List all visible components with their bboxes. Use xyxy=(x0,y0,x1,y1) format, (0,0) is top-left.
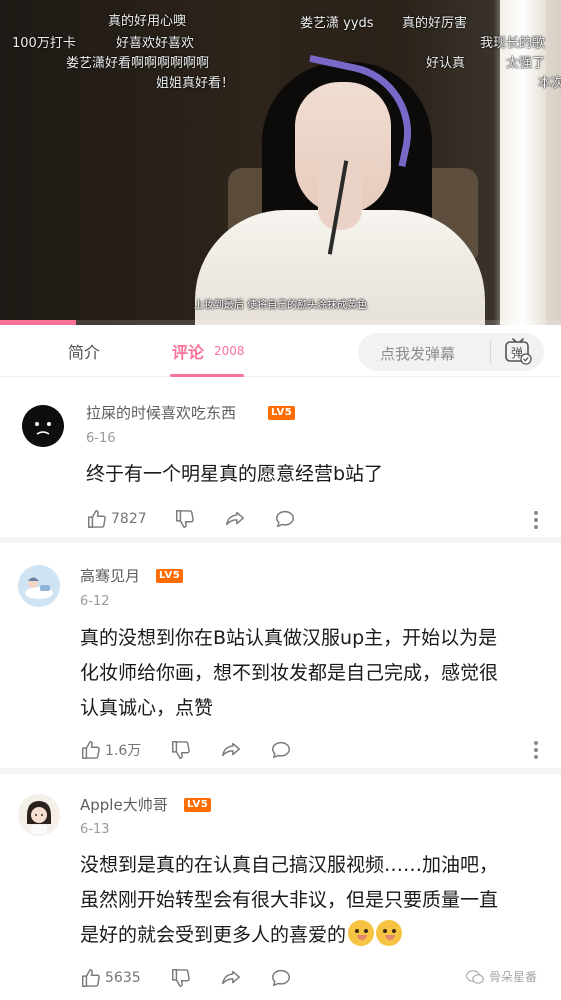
like-count: 1.6万 xyxy=(105,743,142,759)
comment-username[interactable]: 高骞见月 xyxy=(80,565,140,586)
danmaku-item: 太强了 xyxy=(506,56,546,71)
comment-text-line: 虽然刚开始转型会有很大非议，但是只要质量一直 xyxy=(80,889,499,911)
comment-text: 真的没想到你在B站认真做汉服up主，开始以为是 化妆师给你画，想不到妆发都是自己… xyxy=(80,621,540,726)
avatar[interactable] xyxy=(18,565,60,607)
comment-icon xyxy=(272,741,290,759)
more-vertical-icon[interactable] xyxy=(534,511,540,529)
comment-text: 终于有一个明星真的愿意经营b站了 xyxy=(86,457,546,492)
danmaku-input[interactable]: 点我发弹幕 弹 xyxy=(358,333,544,371)
danmaku-toggle-icon[interactable]: 弹 xyxy=(504,337,532,365)
thumbs-up-icon xyxy=(82,969,100,987)
watermark: 骨朵星番 xyxy=(466,968,537,985)
share-icon xyxy=(222,970,240,985)
tab-intro[interactable]: 简介 xyxy=(68,339,100,363)
comment-text-line: 是好的就会受到更多人的喜爱的 xyxy=(80,924,347,946)
wechat-logo-icon xyxy=(466,969,484,984)
share-button[interactable] xyxy=(220,738,242,762)
comment-text-line-with-emoji: 是好的就会受到更多人的喜爱的 xyxy=(80,918,550,953)
level-badge: LV5 xyxy=(156,569,184,583)
reply-button[interactable] xyxy=(270,966,292,990)
thumbs-down-icon xyxy=(176,510,194,528)
avatar[interactable] xyxy=(22,405,64,447)
thinking-emoji-icon xyxy=(376,920,403,946)
danmaku-item: 好喜欢好喜欢 xyxy=(116,36,195,51)
like-count: 7827 xyxy=(111,511,147,527)
comment-actions: 7827 xyxy=(86,507,526,531)
danmaku-item: 娄艺潇 yyds xyxy=(300,16,374,31)
video-tab-bar: 简介 评论 2008 点我发弹幕 弹 xyxy=(0,325,561,377)
watermark-text: 骨朵星番 xyxy=(489,970,538,984)
danmaku-item: 真的好用心噢 xyxy=(108,14,187,29)
thinking-emoji-icon xyxy=(348,920,375,946)
comment-item: 拉屎的时候喜欢吃东西 LV5 6-16 终于有一个明星真的愿意经营b站了 782… xyxy=(0,377,561,537)
dislike-button[interactable] xyxy=(170,966,192,990)
avatar[interactable] xyxy=(18,794,60,836)
avatar-illustration-icon xyxy=(18,565,60,607)
like-button[interactable]: 7827 xyxy=(86,507,147,531)
tab-comments[interactable]: 评论 xyxy=(172,339,204,363)
thumbs-down-icon xyxy=(172,969,190,987)
share-button[interactable] xyxy=(220,966,242,990)
comment-item: Apple大帅哥 LV5 6-13 没想到是真的在认真自己搞汉服视频……加油吧，… xyxy=(0,774,561,1000)
dislike-button[interactable] xyxy=(170,738,192,762)
danmaku-item: 好认真 xyxy=(426,56,466,71)
comment-date: 6-13 xyxy=(80,822,110,837)
more-vertical-icon[interactable] xyxy=(534,741,540,759)
comment-text-line: 认真诚心，点赞 xyxy=(80,697,214,719)
reply-button[interactable] xyxy=(274,507,296,531)
danmaku-item: 真的好厉害 xyxy=(402,16,468,31)
comment-text-line: 终于有一个明星真的愿意经营b站了 xyxy=(86,463,384,485)
like-button[interactable]: 1.6万 xyxy=(80,738,141,762)
comment-date: 6-16 xyxy=(86,431,116,446)
thumbs-up-icon xyxy=(88,510,106,528)
like-button[interactable]: 5635 xyxy=(80,966,141,990)
dislike-button[interactable] xyxy=(174,507,196,531)
danmaku-item: 本次 xyxy=(538,76,561,91)
danmaku-item: 娄艺潇好看啊啊啊啊啊啊 xyxy=(66,56,210,71)
danmaku-item: 100万打卡 xyxy=(12,36,76,51)
danmaku-input-divider xyxy=(490,341,491,363)
avatar-face-icon xyxy=(22,405,64,447)
tab-comments-count: 2008 xyxy=(214,344,245,358)
comment-text-line: 真的没想到你在B站认真做汉服up主，开始以为是 xyxy=(80,627,498,649)
comment-actions: 5635 xyxy=(80,966,520,990)
thumbs-up-icon xyxy=(82,741,100,759)
like-count: 5635 xyxy=(105,970,141,986)
share-icon xyxy=(222,742,240,757)
share-icon xyxy=(226,511,244,526)
comment-item: 高骞见月 LV5 6-12 真的没想到你在B站认真做汉服up主，开始以为是 化妆… xyxy=(0,543,561,768)
video-player[interactable]: 真的好用心噢 娄艺潇 yyds 真的好厉害 100万打卡 好喜欢好喜欢 我现长的… xyxy=(0,0,561,325)
danmaku-item: 我现长的歌 xyxy=(480,36,546,51)
comment-username[interactable]: 拉屎的时候喜欢吃东西 xyxy=(86,402,236,423)
thumbs-down-icon xyxy=(172,741,190,759)
comment-username[interactable]: Apple大帅哥 xyxy=(80,794,168,815)
comment-text-line: 没想到是真的在认真自己搞汉服视频……加油吧， xyxy=(80,854,499,876)
comment-icon xyxy=(276,510,294,528)
level-badge: LV5 xyxy=(268,406,296,420)
comment-icon xyxy=(272,969,290,987)
level-badge: LV5 xyxy=(184,798,212,812)
comment-text-line: 化妆师给你画，想不到妆发都是自己完成，感觉很 xyxy=(80,662,499,684)
avatar-illustration-icon xyxy=(18,794,60,836)
danmaku-input-placeholder: 点我发弹幕 xyxy=(380,345,456,363)
comment-date: 6-12 xyxy=(80,594,110,609)
comment-text: 没想到是真的在认真自己搞汉服视频……加油吧， 虽然刚开始转型会有很大非议，但是只… xyxy=(80,848,550,953)
danmaku-item: 姐姐真好看！ xyxy=(156,76,235,91)
video-subtitle: 上妆到最后 便将自己的额头涂抹成黄色 xyxy=(193,300,368,311)
comment-actions: 1.6万 xyxy=(80,738,520,762)
reply-button[interactable] xyxy=(270,738,292,762)
share-button[interactable] xyxy=(224,507,246,531)
